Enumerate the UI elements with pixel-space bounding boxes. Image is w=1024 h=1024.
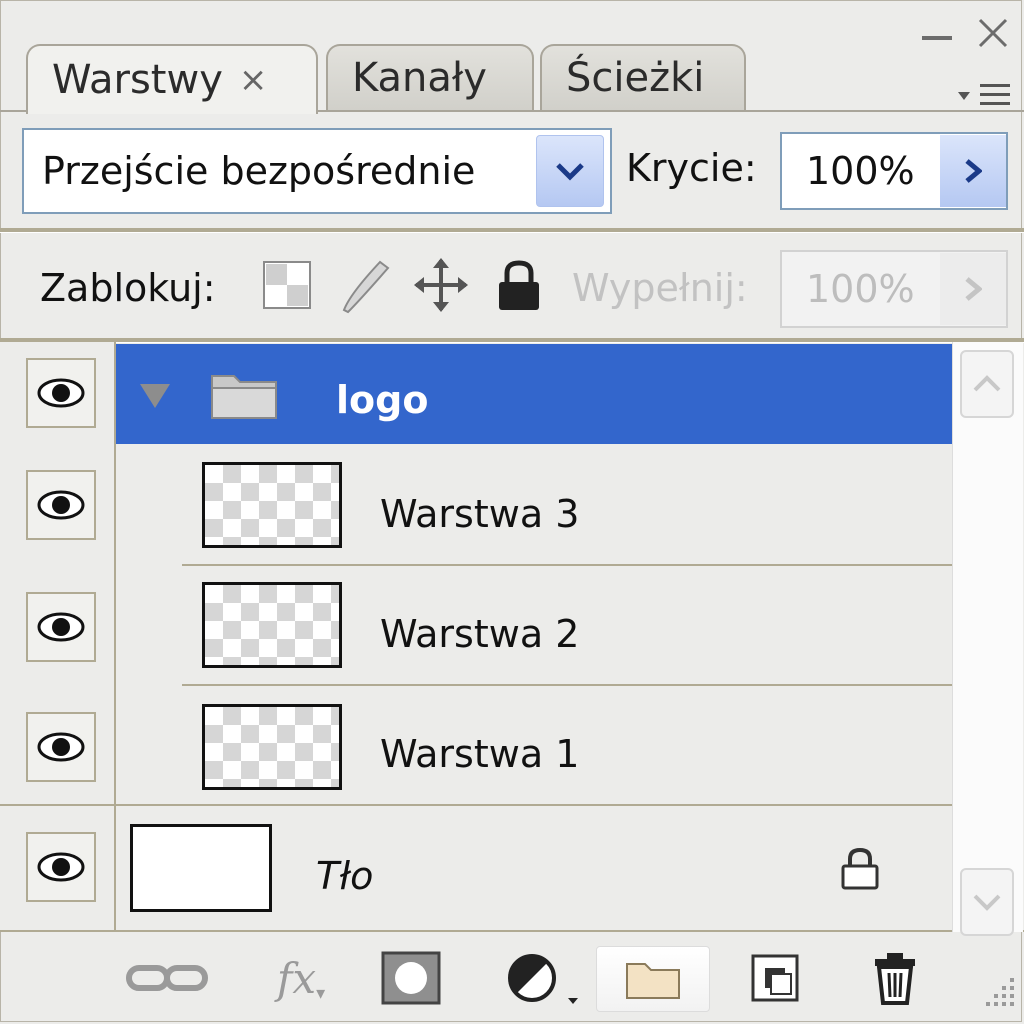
layer-thumbnail xyxy=(202,462,342,548)
fill-field: 100% xyxy=(780,250,1008,328)
layer-name: logo xyxy=(336,378,429,422)
trash-icon[interactable] xyxy=(862,946,928,1010)
chevron-down-icon[interactable] xyxy=(536,135,604,207)
divider xyxy=(0,338,1024,343)
fill-label: Wypełnij: xyxy=(572,266,748,310)
tab-close-icon[interactable]: × xyxy=(239,60,268,100)
folder-icon xyxy=(208,366,280,426)
row-divider xyxy=(182,564,952,566)
lock-all-icon[interactable] xyxy=(494,258,544,318)
layer-name[interactable]: Warstwa 2 xyxy=(380,612,579,656)
visibility-eye-icon[interactable] xyxy=(26,832,96,902)
scroll-up-icon[interactable] xyxy=(960,350,1014,418)
lock-label: Zablokuj: xyxy=(40,266,216,310)
blend-mode-value: Przejście bezpośrednie xyxy=(42,149,476,193)
opacity-field[interactable]: 100% xyxy=(780,132,1008,210)
opacity-value[interactable]: 100% xyxy=(782,149,940,193)
minimize-icon[interactable] xyxy=(920,18,956,54)
row-divider xyxy=(0,804,952,806)
tab-label: Ścieżki xyxy=(566,55,705,101)
close-icon[interactable] xyxy=(976,16,1010,56)
lock-position-icon[interactable] xyxy=(412,256,470,318)
layer-thumbnail xyxy=(130,824,272,912)
panel-menu-icon[interactable] xyxy=(950,80,1016,114)
blend-mode-select[interactable]: Przejście bezpośrednie xyxy=(22,128,612,214)
adjustment-icon[interactable] xyxy=(500,946,584,1010)
fx-label: fx xyxy=(276,953,317,1003)
row-divider xyxy=(182,684,952,686)
lock-image-icon[interactable] xyxy=(336,254,396,320)
link-layers-icon[interactable] xyxy=(122,946,212,1010)
tab-label: Warstwy xyxy=(52,57,223,103)
scroll-down-icon[interactable] xyxy=(960,868,1014,936)
tab-warstwy[interactable]: Warstwy × xyxy=(26,44,318,114)
layer-thumbnail xyxy=(202,582,342,668)
visibility-eye-icon[interactable] xyxy=(26,592,96,662)
divider xyxy=(0,228,1024,233)
fill-value: 100% xyxy=(806,267,915,311)
tab-sciezki[interactable]: Ścieżki xyxy=(540,44,746,110)
mask-icon[interactable] xyxy=(378,946,444,1010)
scrollbar[interactable] xyxy=(952,342,1023,932)
fx-icon[interactable]: fx ▾ xyxy=(256,946,346,1010)
opacity-slider-arrow-icon[interactable] xyxy=(940,135,1006,207)
lock-icon xyxy=(838,846,882,896)
row-divider xyxy=(0,930,1024,932)
resize-grip-icon[interactable] xyxy=(984,972,1018,1016)
opacity-label: Krycie: xyxy=(626,146,757,190)
new-layer-icon[interactable] xyxy=(742,946,808,1010)
layer-thumbnail xyxy=(202,704,342,790)
layer-name[interactable]: Warstwa 1 xyxy=(380,732,579,776)
visibility-eye-icon[interactable] xyxy=(26,470,96,540)
tab-label: Kanały xyxy=(352,55,487,101)
visibility-eye-icon[interactable] xyxy=(26,358,96,428)
visibility-eye-icon[interactable] xyxy=(26,712,96,782)
layer-name[interactable]: Tło xyxy=(316,854,373,898)
new-group-icon[interactable] xyxy=(596,946,710,1012)
lock-transparent-icon[interactable] xyxy=(262,260,314,316)
layer-name[interactable]: Warstwa 3 xyxy=(380,492,579,536)
tab-kanaly[interactable]: Kanały xyxy=(326,44,534,110)
expand-triangle-icon[interactable] xyxy=(138,380,172,414)
fill-slider-arrow-icon xyxy=(940,253,1006,325)
